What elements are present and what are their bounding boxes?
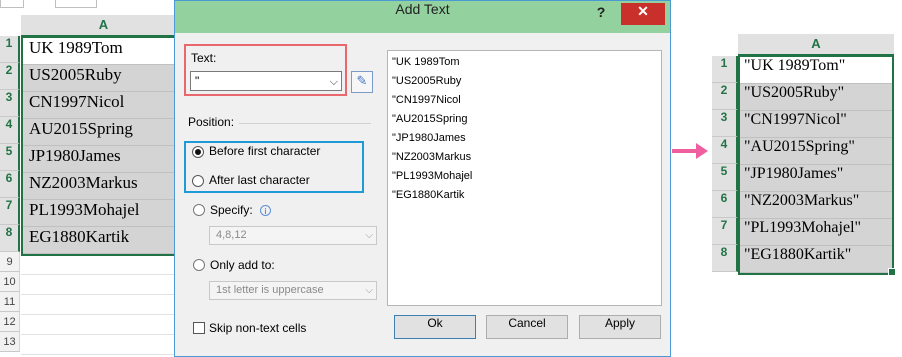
fill-handle[interactable] bbox=[888, 268, 896, 276]
preview-item: "NZ2003Markus bbox=[392, 151, 472, 163]
specify-label[interactable]: Specify: bbox=[210, 203, 253, 217]
row-header[interactable]: 1 bbox=[712, 56, 738, 83]
skip-non-text-label[interactable]: Skip non-text cells bbox=[209, 321, 306, 335]
cell[interactable]: UK 1989Tom bbox=[23, 38, 184, 65]
info-icon[interactable]: i bbox=[260, 205, 271, 216]
before-first-label[interactable]: Before first character bbox=[209, 144, 320, 158]
specify-value: 4,8,12 bbox=[216, 229, 247, 241]
row-header[interactable]: 2 bbox=[712, 83, 738, 110]
preview-list[interactable]: "UK 1989Tom "US2005Ruby "CN1997Nicol "AU… bbox=[387, 50, 662, 306]
row-headers: 1 2 3 4 5 6 7 8 9 10 11 12 13 bbox=[0, 36, 20, 352]
preview-item: "JP1980James bbox=[392, 132, 466, 144]
only-add-value: 1st letter is uppercase bbox=[216, 284, 324, 296]
cell[interactable]: CN1997Nicol bbox=[23, 92, 184, 119]
cell[interactable]: "CN1997Nicol" bbox=[740, 111, 892, 138]
row-headers: 1 2 3 4 5 6 7 8 bbox=[712, 56, 738, 272]
row-header[interactable]: 4 bbox=[712, 137, 738, 164]
arrow-right-icon bbox=[672, 149, 698, 153]
group-divider bbox=[239, 123, 371, 124]
cell[interactable]: "PL1993Mohajel" bbox=[740, 219, 892, 246]
cell[interactable]: PL1993Mohajel bbox=[23, 200, 184, 227]
column-header-a[interactable]: A bbox=[738, 34, 894, 56]
after-last-radio[interactable] bbox=[192, 175, 204, 187]
cell[interactable] bbox=[21, 275, 186, 295]
row-header[interactable]: 9 bbox=[0, 252, 20, 272]
cell[interactable]: "NZ2003Markus" bbox=[740, 192, 892, 219]
chevron-down-icon[interactable]: ⌵ bbox=[365, 227, 373, 244]
cell[interactable]: NZ2003Markus bbox=[23, 173, 184, 200]
row-header[interactable]: 3 bbox=[712, 110, 738, 137]
row-header[interactable]: 5 bbox=[0, 144, 20, 171]
text-value: " bbox=[195, 74, 200, 88]
after-last-label[interactable]: After last character bbox=[209, 173, 310, 187]
row-header[interactable]: 3 bbox=[0, 90, 20, 117]
row-header[interactable]: 13 bbox=[0, 332, 20, 352]
cell[interactable] bbox=[21, 315, 186, 335]
position-label: Position: bbox=[188, 115, 235, 129]
column-header-a[interactable]: A bbox=[21, 15, 186, 37]
position-highlight: Before first character After last charac… bbox=[184, 141, 364, 193]
text-group: Text: " ⌵ bbox=[184, 44, 347, 96]
skip-non-text-checkbox[interactable] bbox=[193, 322, 205, 334]
cell[interactable]: AU2015Spring bbox=[23, 119, 184, 146]
preview-item: "AU2015Spring bbox=[392, 113, 468, 125]
row-header[interactable]: 8 bbox=[712, 245, 738, 272]
ok-button[interactable]: Ok bbox=[394, 315, 476, 339]
cell[interactable] bbox=[21, 335, 186, 355]
chevron-down-icon[interactable]: ⌵ bbox=[365, 282, 373, 299]
before-first-radio[interactable] bbox=[192, 146, 204, 158]
cell[interactable]: JP1980James bbox=[23, 146, 184, 173]
close-button[interactable]: ✕ bbox=[621, 3, 665, 25]
preview-item: "PL1993Mohajel bbox=[392, 170, 473, 182]
cancel-button[interactable]: Cancel bbox=[486, 315, 568, 339]
text-label: Text: bbox=[191, 51, 217, 65]
text-combobox[interactable]: " ⌵ bbox=[190, 71, 342, 91]
row-header[interactable]: 8 bbox=[0, 225, 20, 252]
preview-item: "EG1880Kartik bbox=[392, 189, 465, 201]
sheet-tab-stub bbox=[55, 0, 97, 8]
chevron-down-icon[interactable]: ⌵ bbox=[330, 73, 338, 91]
left-spreadsheet: A 1 2 3 4 5 6 7 8 9 10 11 12 13 UK 1989T… bbox=[0, 0, 190, 357]
row-header[interactable]: 7 bbox=[0, 198, 20, 225]
cell[interactable]: "US2005Ruby" bbox=[740, 84, 892, 111]
only-add-radio[interactable] bbox=[193, 259, 205, 271]
specify-input[interactable]: 4,8,12 ⌵ bbox=[209, 226, 377, 245]
row-header[interactable]: 11 bbox=[0, 292, 20, 312]
sheet-tab-stub bbox=[0, 0, 24, 8]
row-header[interactable]: 10 bbox=[0, 272, 20, 292]
row-header[interactable]: 4 bbox=[0, 117, 20, 144]
apply-button[interactable]: Apply bbox=[579, 315, 661, 339]
row-header[interactable]: 6 bbox=[712, 191, 738, 218]
help-button[interactable]: ? bbox=[591, 4, 611, 26]
add-text-dialog: Add Text ? ✕ Text: " ⌵ ✎ Position: Befor… bbox=[174, 0, 671, 357]
arrow-right-icon bbox=[696, 143, 708, 159]
eyedropper-icon[interactable]: ✎ bbox=[351, 71, 373, 93]
only-add-label[interactable]: Only add to: bbox=[210, 258, 275, 272]
cell[interactable] bbox=[21, 295, 186, 315]
cell[interactable] bbox=[21, 255, 186, 275]
dialog-titlebar[interactable]: Add Text ? ✕ bbox=[175, 1, 670, 33]
row-header[interactable]: 7 bbox=[712, 218, 738, 245]
cell[interactable]: EG1880Kartik bbox=[23, 227, 184, 254]
result-range[interactable]: "UK 1989Tom" "US2005Ruby" "CN1997Nicol" … bbox=[738, 55, 894, 275]
row-header[interactable]: 1 bbox=[0, 36, 20, 63]
empty-cells bbox=[21, 255, 186, 355]
cell[interactable]: "EG1880Kartik" bbox=[740, 246, 892, 273]
row-header[interactable]: 5 bbox=[712, 164, 738, 191]
row-header[interactable]: 6 bbox=[0, 171, 20, 198]
row-header[interactable]: 2 bbox=[0, 63, 20, 90]
selected-range[interactable]: UK 1989Tom US2005Ruby CN1997Nicol AU2015… bbox=[21, 36, 186, 256]
cell[interactable]: "UK 1989Tom" bbox=[740, 57, 892, 84]
cell[interactable]: US2005Ruby bbox=[23, 65, 184, 92]
preview-item: "UK 1989Tom bbox=[392, 56, 460, 68]
cell[interactable]: "JP1980James" bbox=[740, 165, 892, 192]
preview-item: "CN1997Nicol bbox=[392, 94, 461, 106]
row-header[interactable]: 12 bbox=[0, 312, 20, 332]
only-add-select[interactable]: 1st letter is uppercase ⌵ bbox=[209, 281, 377, 300]
specify-radio[interactable] bbox=[193, 204, 205, 216]
cell[interactable]: "AU2015Spring" bbox=[740, 138, 892, 165]
preview-item: "US2005Ruby bbox=[392, 75, 462, 87]
